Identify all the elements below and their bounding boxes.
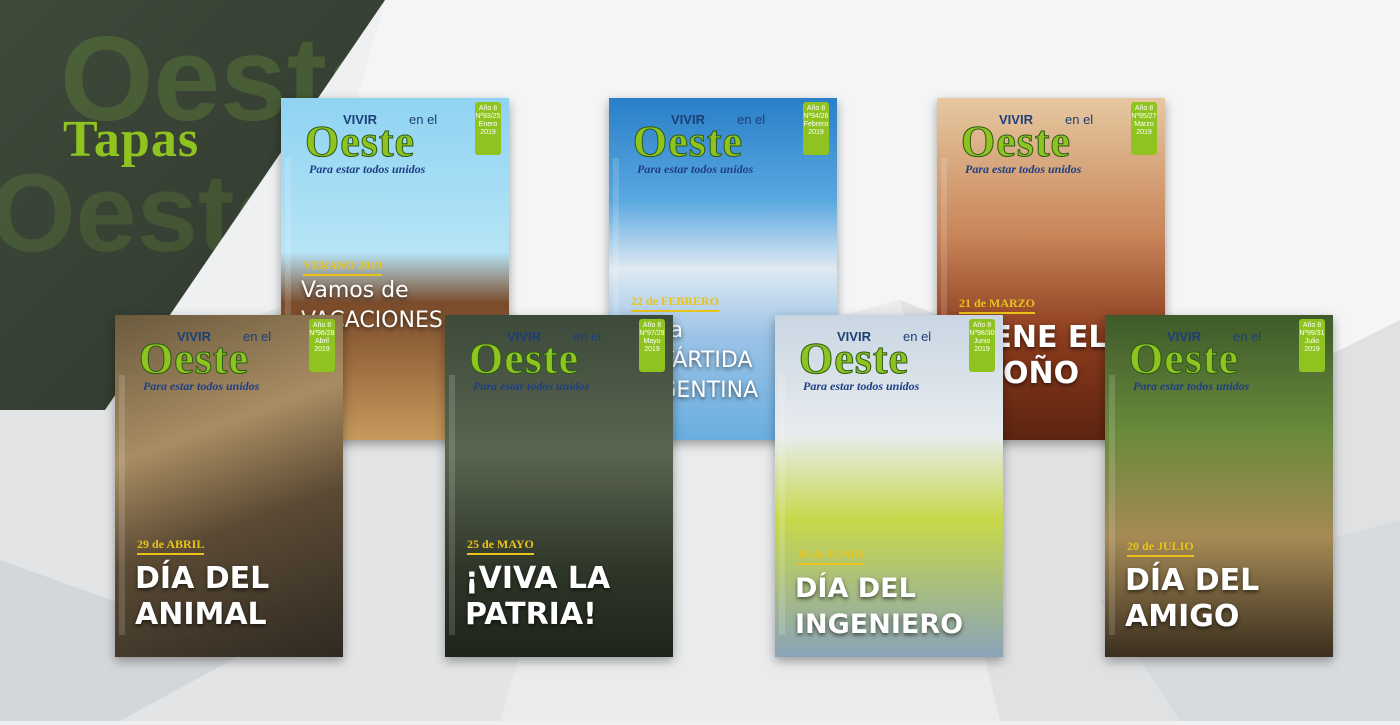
issue-number: Nº96/28 <box>309 330 335 337</box>
cover-spine <box>1109 375 1115 635</box>
issue-year-label: Año 8 <box>972 322 992 329</box>
issue-month: Julio <box>1304 338 1320 345</box>
cover-date: 29 de ABRIL <box>137 537 205 555</box>
masthead-tagline: Para estar todos unidos <box>803 379 920 393</box>
cover-spine <box>449 375 455 635</box>
issue-year: 2019 <box>974 346 990 353</box>
masthead-logo: Oeste <box>1128 334 1240 384</box>
issue-month: Junio <box>973 338 991 345</box>
masthead-logo: Oeste <box>468 334 580 384</box>
cover-headline: DÍA DEL INGENIERO <box>795 573 964 640</box>
issue-year-label: Año 8 <box>806 105 826 112</box>
cover-junio[interactable]: VIVIR en el Oeste Para estar todos unido… <box>775 315 1003 657</box>
masthead-logo: Oeste <box>798 334 910 384</box>
issue-number: Nº95/27 <box>1131 113 1157 120</box>
issue-month: Abril <box>314 338 329 345</box>
issue-year: 2019 <box>480 129 496 136</box>
issue-year: 2019 <box>1304 346 1320 353</box>
cover-headline: DÍA DEL ANIMAL <box>135 561 270 632</box>
issue-badge: Año 8 Nº97/29 Mayo 2019 <box>639 319 665 372</box>
issue-number: Nº94/26 <box>803 113 829 120</box>
cover-spine <box>779 375 785 635</box>
cover-date: 25 de MAYO <box>467 537 534 555</box>
issue-badge: Año 8 Nº95/27 Marzo 2019 <box>1131 102 1157 155</box>
masthead-logo: Oeste <box>138 334 250 384</box>
cover-date: 21 de MARZO <box>959 296 1035 314</box>
masthead-tagline: Para estar todos unidos <box>309 162 426 176</box>
issue-badge: Año 8 Nº93/25 Enero 2019 <box>475 102 501 155</box>
cover-spine <box>119 375 125 635</box>
cover-abril[interactable]: VIVIR en el Oeste Para estar todos unido… <box>115 315 343 657</box>
issue-year: 2019 <box>1136 129 1152 136</box>
masthead-logo: Oeste <box>632 117 744 167</box>
cover-headline: ¡VIVA LA PATRIA! <box>465 561 611 632</box>
cover-julio[interactable]: VIVIR en el Oeste Para estar todos unido… <box>1105 315 1333 657</box>
cover-headline: DÍA DEL AMIGO <box>1125 563 1260 634</box>
issue-badge: Año 8 Nº99/31 Julio 2019 <box>1299 319 1325 372</box>
cover-mayo[interactable]: VIVIR en el Oeste Para estar todos unido… <box>445 315 673 657</box>
issue-year: 2019 <box>808 129 824 136</box>
issue-year-label: Año 8 <box>478 105 498 112</box>
issue-number: Nº98/30 <box>969 330 995 337</box>
issue-month: Enero <box>478 121 498 128</box>
issue-year-label: Año 8 <box>642 322 662 329</box>
issue-badge: Año 8 Nº94/26 Febrero 2019 <box>803 102 829 155</box>
issue-year-label: Año 8 <box>1134 105 1154 112</box>
issue-badge: Año 8 Nº98/30 Junio 2019 <box>969 319 995 372</box>
masthead-tagline: Para estar todos unidos <box>1133 379 1250 393</box>
issue-month: Febrero <box>803 121 829 128</box>
issue-year-label: Año 8 <box>312 322 332 329</box>
masthead-logo: Oeste <box>960 117 1072 167</box>
issue-month: Mayo <box>643 338 661 345</box>
cover-date: 22 de FEBRERO <box>631 294 720 312</box>
cover-date: 20 de JULIO <box>1127 539 1194 557</box>
masthead-tagline: Para estar todos unidos <box>143 379 260 393</box>
masthead-logo: Oeste <box>304 117 416 167</box>
cover-date: 16 de JUNIO <box>797 547 865 565</box>
masthead-tagline: Para estar todos unidos <box>965 162 1082 176</box>
issue-number: Nº97/29 <box>639 330 665 337</box>
issue-number: Nº93/25 <box>475 113 501 120</box>
issue-year-label: Año 8 <box>1302 322 1322 329</box>
issue-month: Marzo <box>1134 121 1154 128</box>
issue-badge: Año 8 Nº96/28 Abril 2019 <box>309 319 335 372</box>
issue-year: 2019 <box>314 346 330 353</box>
page-title: Tapas <box>63 111 200 168</box>
cover-date: VERANO 2019 <box>303 258 383 276</box>
issue-year: 2019 <box>644 346 660 353</box>
masthead-tagline: Para estar todos unidos <box>637 162 754 176</box>
masthead-tagline: Para estar todos unidos <box>473 379 590 393</box>
issue-number: Nº99/31 <box>1299 330 1325 337</box>
